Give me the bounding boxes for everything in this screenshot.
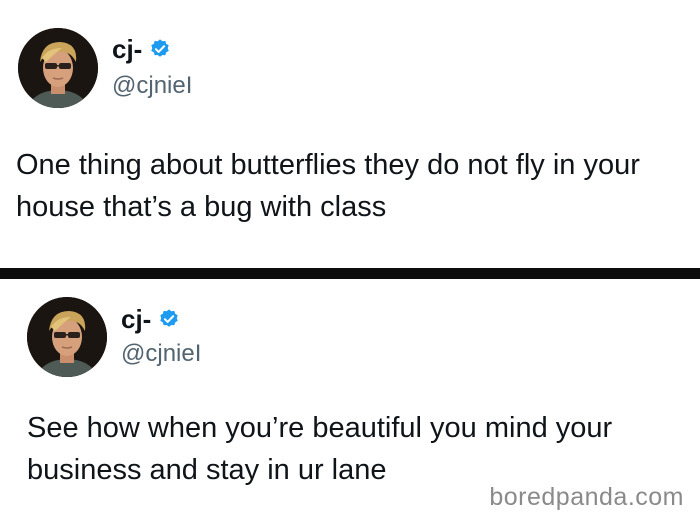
avatar[interactable] — [27, 297, 107, 377]
tweet-card: cj- @cjnieI One thing about butterflies … — [0, 0, 700, 268]
watermark: boredpanda.com — [489, 483, 684, 511]
divider — [0, 268, 700, 279]
user-handle[interactable]: @cjnieI — [112, 72, 192, 100]
tweet-text: See how when you’re beautiful you mind y… — [27, 407, 687, 491]
tweet-text-line: house that’s a bug with class — [16, 191, 387, 223]
user-handle[interactable]: @cjnieI — [121, 340, 201, 368]
tweet-text-line: See how when you’re beautiful you mind y… — [27, 412, 613, 444]
display-name[interactable]: cj- — [121, 304, 151, 334]
meme-page: cj- @cjnieI One thing about butterflies … — [0, 0, 700, 524]
display-name[interactable]: cj- — [112, 34, 142, 64]
profile-photo-icon — [27, 297, 107, 377]
tweet-text: One thing about butterflies they do not … — [16, 144, 696, 228]
verified-badge-icon — [149, 38, 171, 60]
verified-badge-icon — [158, 308, 180, 330]
tweet-text-line: One thing about butterflies they do not … — [16, 149, 640, 181]
avatar[interactable] — [18, 28, 98, 108]
name-row: cj- — [112, 34, 171, 64]
profile-photo-icon — [18, 28, 98, 108]
name-row: cj- — [121, 304, 180, 334]
